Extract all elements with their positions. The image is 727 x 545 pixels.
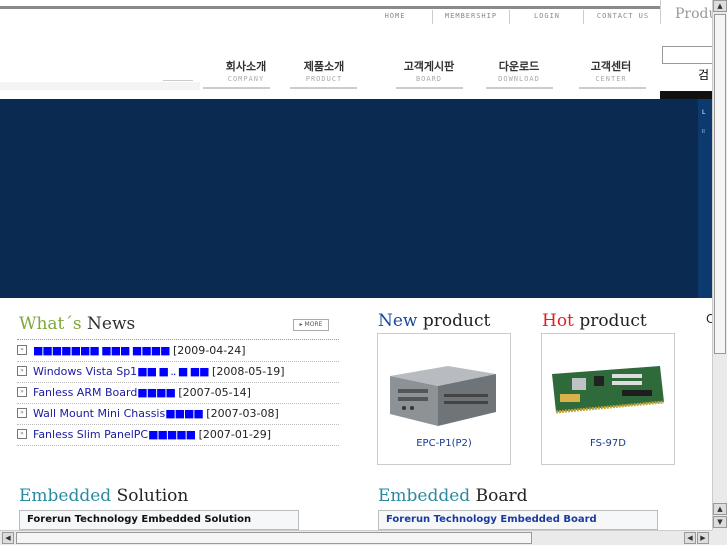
login-link[interactable]: LOGIN [512,12,582,20]
news-heading: What´s News [19,314,135,334]
nav-label: 다운로드 [498,60,540,73]
scroll-up-icon[interactable]: ▲ [713,0,727,12]
news-link[interactable]: Wall Mount Mini Chassis [33,407,165,420]
nav-download[interactable]: 다운로드 DOWNLOAD [479,58,559,83]
heading-accent: Embedded [378,486,471,506]
product-image-board[interactable] [542,344,674,434]
heading-rest: Solution [116,486,189,506]
side-tab [660,91,712,99]
heading-rest: product [422,311,491,331]
nav-label: 고객게시판 [403,60,455,73]
news-heading-accent: What´s [19,314,82,334]
bullet-icon: » [17,366,27,376]
bullet-icon: » [17,345,27,355]
nav-product[interactable]: 제품소개 PRODUCT [284,58,364,83]
list-item[interactable]: » Fanless Slim PanelPC■■■■■ [2007-01-29] [17,425,339,446]
horizontal-scrollbar[interactable]: ◀ ◀ ▶ [0,530,712,545]
list-item[interactable]: » Wall Mount Mini Chassis■■■■ [2007-03-08… [17,404,339,425]
search-input[interactable] [662,46,712,64]
list-item[interactable]: » ■■■■■■■ ■■■ ■■■■ [2009-04-24] [17,341,339,362]
scroll-left-icon[interactable]: ◀ [684,532,696,544]
heading-rest: Board [475,486,528,506]
scroll-up-icon[interactable]: ▲ [713,503,727,515]
nav-sublabel: COMPANY [227,75,265,83]
vertical-scroll-thumb[interactable] [714,14,726,354]
news-divider [17,339,339,340]
heading-accent: Hot [542,311,574,331]
product-image-chassis[interactable] [378,344,510,434]
nav-label: 제품소개 [303,60,345,73]
hot-product-heading: Hot product [542,311,647,331]
scrollbar-corner [712,530,727,545]
embedded-board-box[interactable]: Forerun Technology Embedded Board [378,510,658,530]
news-link[interactable]: Fanless Slim PanelPC [33,428,148,441]
search-button[interactable]: 검 [698,66,709,83]
news-link-glyphs[interactable]: ■■■■■■■ ■■■ ■■■■ [33,344,170,357]
news-link-glyphs[interactable]: ■■■■■ [148,428,196,441]
product-search-tab[interactable]: Produ [660,0,712,24]
embedded-solution-box[interactable]: Forerun Technology Embedded Solution [19,510,299,530]
nav-sublabel: BOARD [415,75,443,83]
vertical-scrollbar[interactable]: ▲ ▲ ▼ [712,0,727,530]
news-link-glyphs[interactable]: ■■ ■ .. ■ ■■ [137,365,209,378]
news-list: » ■■■■■■■ ■■■ ■■■■ [2009-04-24] » Windows … [17,341,339,446]
heading-accent: Embedded [19,486,112,506]
heading-rest: product [579,311,647,331]
news-date: [2008-05-19] [212,365,285,378]
news-date: [2009-04-24] [173,344,246,357]
web-page: HOME MEMBERSHIP LOGIN CONTACT US Produ 검… [0,0,712,530]
banner-side-panel: L ll [698,99,712,298]
nav-underline [486,87,553,89]
membership-link[interactable]: MEMBERSHIP [433,12,509,20]
nav-board[interactable]: 고객게시판 BOARD [389,58,469,83]
news-more-button[interactable]: ▸ MORE [293,319,329,331]
news-link[interactable]: Fanless ARM Board [33,386,137,399]
hero-banner [0,99,712,298]
heading-accent: New [378,311,418,331]
divider [583,10,584,24]
news-link-glyphs[interactable]: ■■■■ [165,407,204,420]
nav-underline [579,87,646,89]
embedded-board-heading: Embedded Board [378,486,527,506]
news-link[interactable]: Windows Vista Sp1 [33,365,137,378]
side-label: ll [702,129,705,135]
bullet-icon: » [17,387,27,397]
nav-sublabel: DOWNLOAD [498,75,540,83]
nav-center[interactable]: 고객센터 CENTER [571,58,651,83]
news-date: [2007-01-29] [198,428,272,441]
nav-label: 회사소개 [225,60,267,73]
divider [509,10,510,24]
nav-label: 고객센터 [590,60,632,73]
nav-underline [290,87,357,89]
news-link-glyphs[interactable]: ■■■■ [137,386,176,399]
nav-company[interactable]: 회사소개 COMPANY [206,58,286,83]
nav-sublabel: PRODUCT [305,75,343,83]
contact-us-link[interactable]: CONTACT US [586,12,660,20]
bullet-icon: » [17,408,27,418]
nav-sublabel: CENTER [595,75,627,83]
utility-nav: HOME MEMBERSHIP LOGIN CONTACT US [360,10,660,26]
embedded-solution-heading: Embedded Solution [19,486,188,506]
new-product-heading: New product [378,311,490,331]
horizontal-scroll-thumb[interactable] [16,532,532,544]
scroll-down-icon[interactable]: ▼ [713,516,727,528]
list-item[interactable]: » Windows Vista Sp1■■ ■ .. ■ ■■ [2008-05-… [17,362,339,383]
more-label: MORE [304,321,323,328]
news-heading-rest: News [87,314,136,334]
home-link[interactable]: HOME [360,12,430,20]
list-item[interactable]: » Fanless ARM Board■■■■ [2007-05-14] [17,383,339,404]
news-date: [2007-03-08] [206,407,279,420]
bullet-icon: » [17,429,27,439]
hot-product-caption[interactable]: FS-97D [541,438,675,449]
side-label: L [702,109,706,116]
nav-underline [203,87,270,89]
scroll-right-icon[interactable]: ▶ [697,532,709,544]
divider [432,10,433,24]
news-date: [2007-05-14] [178,386,251,399]
nav-underline [396,87,463,89]
scroll-left-icon[interactable]: ◀ [2,532,14,544]
top-divider [0,6,660,9]
new-product-caption[interactable]: EPC-P1(P2) [377,438,511,449]
